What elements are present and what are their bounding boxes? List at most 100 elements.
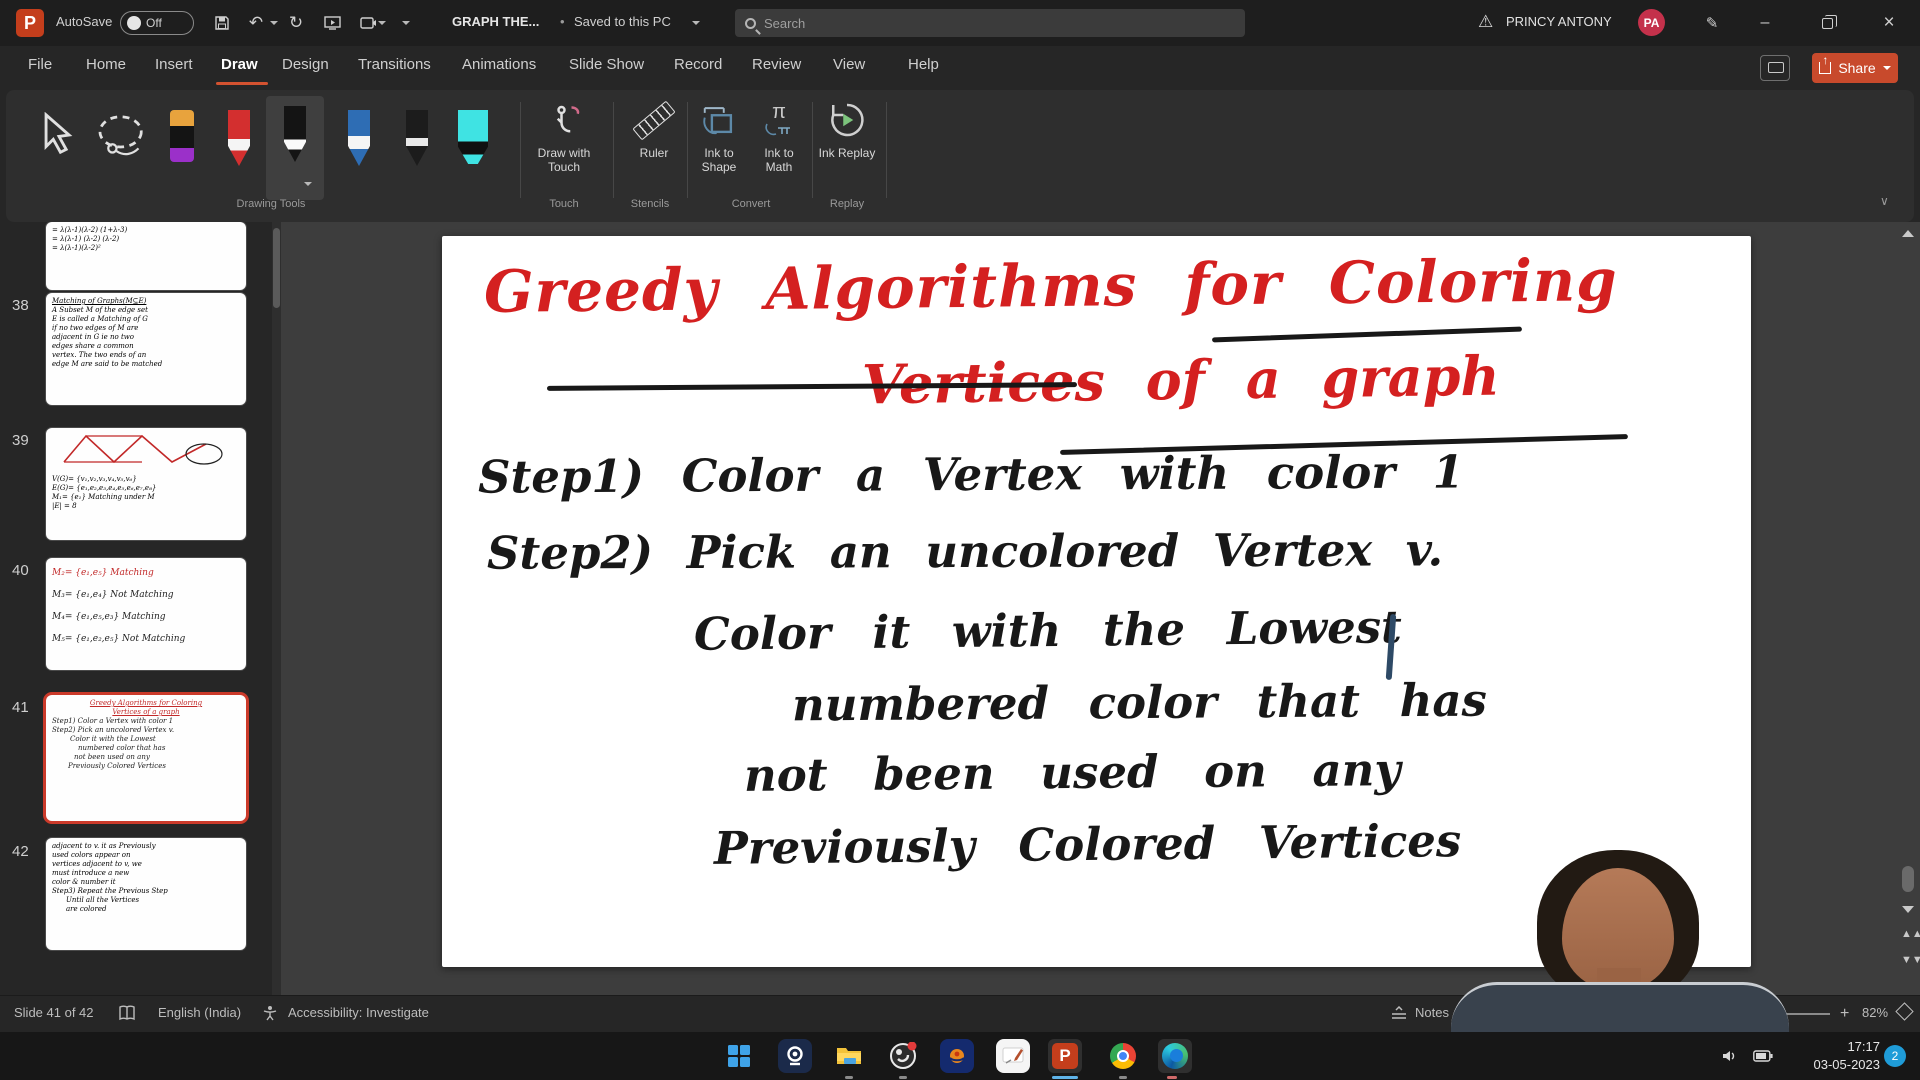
obs-studio-icon[interactable] [886,1039,920,1073]
volume-icon[interactable] [1716,1039,1742,1073]
ink-to-math-button[interactable]: π Ink to Math [750,98,808,174]
tab-insert[interactable]: Insert [155,56,193,73]
pen-black-icon [284,106,306,162]
ink-to-shape-button[interactable]: Ink to Shape [690,98,748,174]
autosave-toggle[interactable]: Off [120,11,194,35]
tab-review[interactable]: Review [752,56,801,73]
undo-dropdown-icon[interactable] [270,21,278,25]
thumbnail-slide-39[interactable]: V(G)= {v₁,v₂,v₃,v₄,v₅,v₆} E(G)= {e₁,e₂,e… [46,428,246,540]
scrollbar-thumb[interactable] [273,228,280,308]
thumbnail-slide-42[interactable]: adjacent to v. it as Previously used col… [46,838,246,950]
close-button[interactable]: × [1866,0,1912,46]
tab-help[interactable]: Help [908,56,939,73]
ink-replay-button[interactable]: Ink Replay [816,98,878,160]
presenter-pen-icon[interactable]: ✎ [1700,10,1724,36]
language-indicator[interactable]: English (India) [158,1005,241,1020]
body-line-2: Step2) Pick an uncolored Vertex v. [487,523,1443,579]
undo-button[interactable]: ↶ [244,10,268,36]
eraser-mid [170,126,194,148]
document-title[interactable]: GRAPH THE... [452,14,539,29]
restore-button[interactable] [1804,0,1850,46]
scroll-up-icon[interactable] [1902,230,1914,237]
warning-icon[interactable]: ⚠ [1478,12,1493,32]
save-status-dropdown-icon[interactable] [692,21,700,25]
user-name[interactable]: PRINCY ANTONY [1506,14,1612,29]
body-line-3: Color it with the Lowest [694,600,1402,660]
share-icon [1819,62,1831,74]
group-label-drawing-tools: Drawing Tools [196,198,346,210]
battery-icon[interactable] [1748,1039,1778,1073]
clock-date: 03-05-2023 [1800,1056,1880,1074]
save-status[interactable]: Saved to this PC [574,14,671,29]
file-explorer-icon[interactable] [832,1039,866,1073]
draw-with-touch-button[interactable]: Draw with Touch [526,98,602,174]
scroll-down-icon[interactable] [1902,906,1914,913]
notes-label: Notes [1415,1005,1449,1020]
tab-file[interactable]: File [28,56,52,73]
thumbnail-slide-40[interactable]: M₂= {e₁,e₅} Matching M₃= {e₁,e₄} Not Mat… [46,558,246,670]
comments-button[interactable] [1760,55,1790,81]
thumb-39-number: 39 [12,432,29,449]
tab-record[interactable]: Record [674,56,722,73]
slide-indicator[interactable]: Slide 41 of 42 [14,1005,94,1020]
tab-home[interactable]: Home [86,56,126,73]
accessibility-status[interactable]: Accessibility: Investigate [288,1005,429,1020]
tab-slideshow[interactable]: Slide Show [569,56,644,73]
pen-options-icon[interactable] [304,182,312,186]
slideshow-button[interactable] [320,10,344,36]
tab-design[interactable]: Design [282,56,329,73]
select-tool-button[interactable] [40,112,78,163]
whiteboard-app-icon[interactable] [996,1039,1030,1073]
notification-badge[interactable]: 2 [1884,1045,1906,1067]
chrome-icon[interactable] [1106,1039,1140,1073]
taskbar-powerpoint-icon[interactable]: P [1048,1039,1082,1073]
thumbnail-slide-37[interactable]: = λ(λ-1)(λ-2) (1+λ-3) = λ(λ-1) (λ-2) (λ-… [46,222,246,290]
collapse-ribbon-icon[interactable]: ∨ [1880,194,1889,208]
webcam-app-icon[interactable] [778,1039,812,1073]
fit-to-window-icon[interactable] [1898,1005,1911,1018]
tab-draw[interactable]: Draw [221,56,258,73]
tab-view[interactable]: View [833,56,865,73]
presenter-shirt [1451,982,1789,1032]
autosave-label: AutoSave [56,14,112,29]
clock[interactable]: 17:17 03-05-2023 [1800,1038,1880,1074]
scrollbar-thumb[interactable] [1902,866,1914,892]
obs-running-indicator [899,1076,907,1079]
lasso-select-button[interactable] [94,114,150,163]
notes-button[interactable]: Notes [1390,1005,1449,1020]
ruler-button[interactable]: Ruler [616,98,692,160]
highlighter-cyan[interactable] [458,110,488,164]
spellcheck-icon[interactable] [118,1005,136,1021]
pen-black-selected[interactable] [266,96,324,200]
avatar[interactable]: PA [1638,9,1665,36]
zoom-level[interactable]: 82% [1862,1005,1888,1020]
camera-qat-button[interactable] [356,10,380,36]
tab-animations[interactable]: Animations [462,56,536,73]
zoom-in-button[interactable]: + [1840,1005,1849,1023]
pen-blue[interactable] [348,110,370,166]
slide-scrollbar[interactable]: ▲▲ ▼▼ [1901,230,1915,990]
next-slide-button[interactable]: ▼▼ [1901,956,1915,965]
thumbnail-slide-38[interactable]: Matching of Graphs(M⊆E) A Subset M of th… [46,293,246,405]
eraser-bottom [170,148,194,162]
start-button[interactable] [722,1039,756,1073]
camera-dropdown-icon[interactable] [378,21,386,25]
save-button[interactable] [210,10,234,36]
accessibility-icon[interactable] [262,1005,278,1021]
thumbnail-scrollbar[interactable] [272,222,281,995]
redo-button[interactable]: ↻ [284,10,308,36]
minimize-button[interactable]: – [1742,0,1788,46]
search-input[interactable]: Search [735,9,1245,37]
meeting-app-icon[interactable] [940,1039,974,1073]
powerpoint-logo-icon[interactable]: P [16,9,44,37]
qat-customize-icon[interactable] [402,21,410,25]
thumbnail-slide-41[interactable]: Greedy Algorithms for Coloring Vertices … [46,695,246,821]
eraser-tool[interactable] [170,110,194,162]
powerpoint-window: P AutoSave Off ↶ ↻ GRAPH THE... • Saved … [0,0,1920,1080]
edge-icon[interactable] [1158,1039,1192,1073]
pencil-tool[interactable] [406,110,428,166]
pen-red[interactable] [228,110,250,166]
tab-transitions[interactable]: Transitions [358,56,431,73]
previous-slide-button[interactable]: ▲▲ [1901,930,1915,939]
share-button[interactable]: Share [1812,53,1898,83]
